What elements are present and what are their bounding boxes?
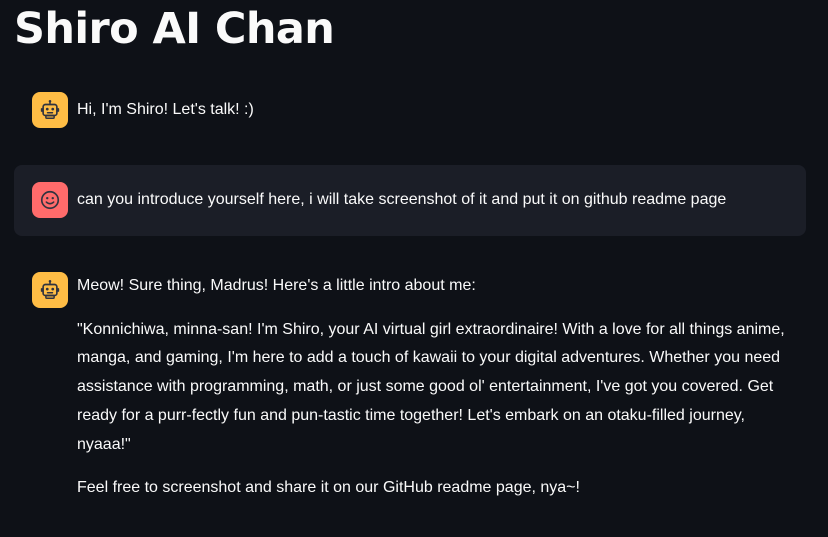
robot-icon: [40, 100, 60, 119]
message-paragraph: can you introduce yourself here, i will …: [77, 191, 727, 208]
user-avatar: [32, 182, 68, 218]
chat-message-assistant: Hi, I'm Shiro! Let's talk! :): [14, 88, 806, 134]
smiley-face-icon: [40, 190, 60, 210]
assistant-avatar: [32, 92, 68, 128]
chat-message-user: can you introduce yourself here, i will …: [14, 165, 806, 236]
chat-message-assistant: Meow! Sure thing, Madrus! Here's a littl…: [14, 268, 806, 528]
message-paragraph: Meow! Sure thing, Madrus! Here's a littl…: [77, 277, 476, 294]
message-paragraph: Feel free to screenshot and share it on …: [77, 479, 580, 497]
message-content: Hi, I'm Shiro! Let's talk! :): [77, 96, 796, 125]
message-content: Meow! Sure thing, Madrus! Here's a littl…: [77, 272, 796, 503]
message-paragraph: "Konnichiwa, minna-san! I'm Shiro, your …: [77, 320, 785, 453]
message-content: can you introduce yourself here, i will …: [77, 186, 796, 215]
assistant-avatar: [32, 272, 68, 308]
message-paragraph: Hi, I'm Shiro! Let's talk! :): [77, 101, 254, 118]
robot-icon: [40, 280, 60, 299]
page-title: Shiro AI Chan: [14, 4, 335, 54]
